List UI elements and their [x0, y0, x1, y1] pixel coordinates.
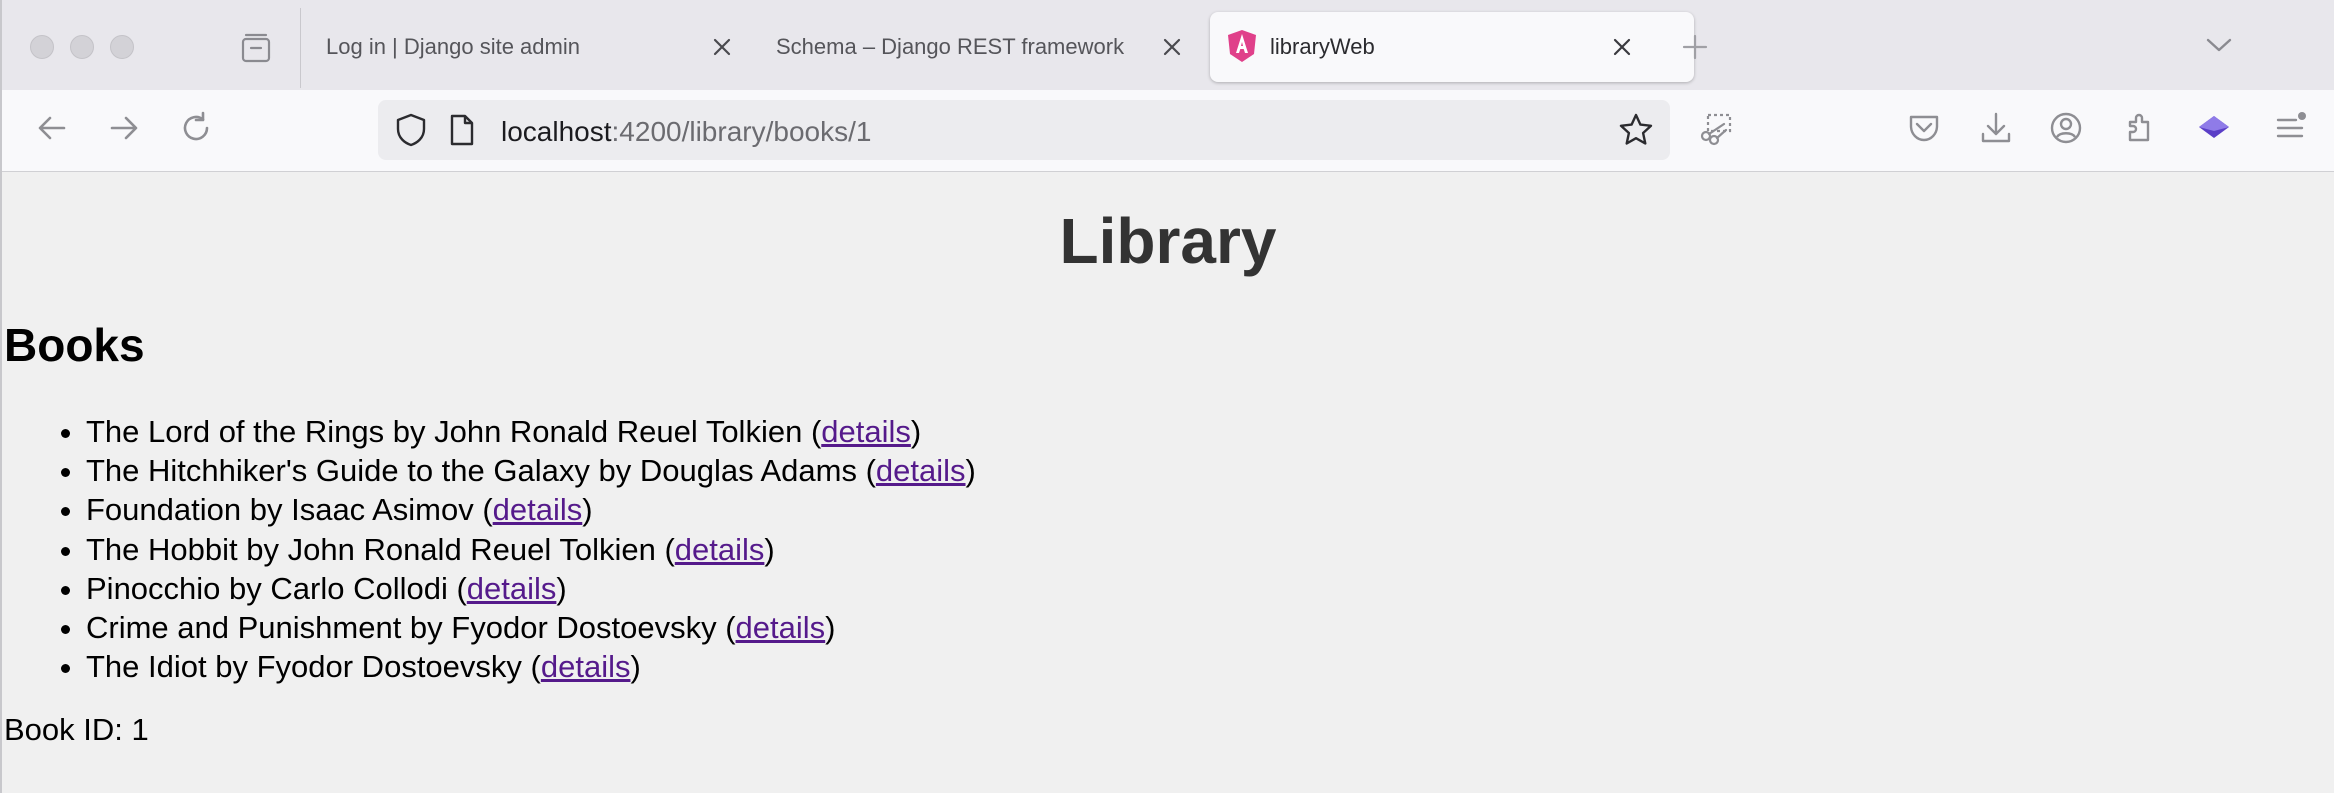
- list-item: The Idiot by Fyodor Dostoevsky (details): [86, 647, 976, 686]
- tab-separator: [300, 8, 301, 88]
- shield-icon[interactable]: [394, 112, 428, 148]
- page-content: Library Books The Lord of the Rings by J…: [2, 172, 2334, 793]
- browser-window: Log in | Django site admin Schema – Djan…: [0, 0, 2334, 793]
- book-details-link[interactable]: details: [541, 649, 631, 684]
- menu-icon[interactable]: [2272, 110, 2308, 146]
- page-icon[interactable]: [448, 112, 476, 148]
- window-close-button[interactable]: [30, 35, 54, 59]
- tab-django-admin[interactable]: Log in | Django site admin: [326, 12, 746, 82]
- book-id-text: Book ID: 1: [4, 712, 149, 747]
- list-item: The Lord of the Rings by John Ronald Reu…: [86, 412, 976, 451]
- close-icon[interactable]: [710, 35, 734, 59]
- list-item: Foundation by Isaac Asimov (details): [86, 490, 976, 529]
- extension-layers-icon[interactable]: [2196, 110, 2232, 146]
- book-title: The Hitchhiker's Guide to the Galaxy by …: [86, 453, 857, 489]
- book-details-link[interactable]: details: [736, 610, 826, 645]
- angular-logo-icon: [1228, 30, 1256, 62]
- forward-arrow-icon[interactable]: [106, 110, 142, 146]
- tab-strip: Log in | Django site admin Schema – Djan…: [2, 0, 2334, 90]
- bookmark-star-icon[interactable]: [1618, 112, 1654, 148]
- url-bar[interactable]: localhost:4200/library/books/1: [378, 100, 1670, 160]
- book-title: Pinocchio by Carlo Collodi: [86, 570, 448, 606]
- book-details-link[interactable]: details: [821, 414, 911, 449]
- new-tab-icon[interactable]: [1680, 32, 1710, 62]
- extensions-icon[interactable]: [2122, 110, 2158, 146]
- book-details-link[interactable]: details: [467, 571, 557, 606]
- download-icon[interactable]: [1978, 110, 2014, 146]
- window-maximize-button[interactable]: [110, 35, 134, 59]
- close-icon[interactable]: [1160, 35, 1184, 59]
- book-title: The Idiot by Fyodor Dostoevsky: [86, 649, 522, 685]
- tab-drf-schema[interactable]: Schema – Django REST framework: [776, 12, 1196, 82]
- book-title: Crime and Punishment by Fyodor Dostoevsk…: [86, 610, 717, 646]
- list-item: Pinocchio by Carlo Collodi (details): [86, 569, 976, 608]
- tab-title: libraryWeb: [1270, 34, 1375, 59]
- tab-libraryweb-active[interactable]: libraryWeb: [1210, 12, 1694, 82]
- window-minimize-button[interactable]: [70, 35, 94, 59]
- account-icon[interactable]: [2048, 110, 2084, 146]
- book-details-link[interactable]: details: [675, 532, 765, 567]
- back-arrow-icon[interactable]: [34, 110, 70, 146]
- list-item: Crime and Punishment by Fyodor Dostoevsk…: [86, 608, 976, 647]
- tab-overview-icon[interactable]: [238, 30, 274, 66]
- pocket-icon[interactable]: [1906, 110, 1942, 146]
- page-title: Library: [1059, 205, 1277, 277]
- reload-icon[interactable]: [178, 110, 214, 146]
- book-details-link[interactable]: details: [876, 453, 966, 488]
- close-icon[interactable]: [1610, 35, 1634, 59]
- tab-list-chevron-icon[interactable]: [2204, 34, 2234, 56]
- books-heading: Books: [4, 319, 145, 371]
- url-path: :4200/library/books/1: [611, 116, 872, 147]
- tab-title: Schema – Django REST framework: [776, 34, 1125, 59]
- url-host: localhost: [501, 116, 612, 147]
- book-title: The Lord of the Rings by John Ronald Reu…: [86, 414, 803, 449]
- url-text[interactable]: localhost:4200/library/books/1: [501, 116, 871, 148]
- book-title: The Hobbit by John Ronald Reuel Tolkien: [86, 531, 656, 567]
- navigation-toolbar: localhost:4200/library/books/1: [2, 90, 2334, 172]
- tab-title: Log in | Django site admin: [326, 34, 580, 59]
- book-list: The Lord of the Rings by John Ronald Reu…: [86, 412, 976, 686]
- book-details-link[interactable]: details: [493, 492, 583, 527]
- list-item: The Hobbit by John Ronald Reuel Tolkien …: [86, 530, 976, 569]
- book-title: Foundation by Isaac Asimov: [86, 492, 474, 528]
- screenshot-icon[interactable]: [1698, 110, 1734, 146]
- list-item: The Hitchhiker's Guide to the Galaxy by …: [86, 451, 976, 490]
